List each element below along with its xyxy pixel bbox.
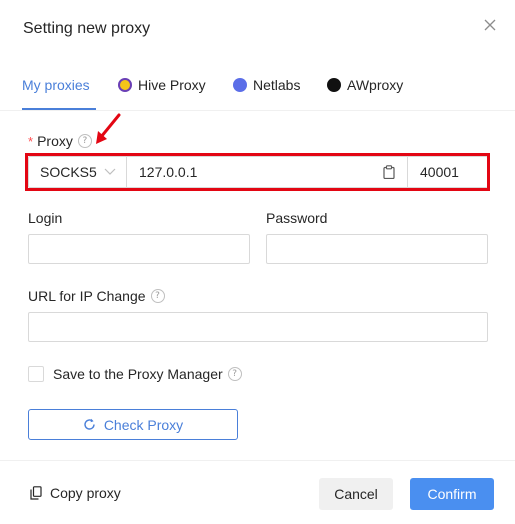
paste-icon[interactable] — [383, 165, 395, 179]
help-icon[interactable]: ? — [227, 367, 242, 381]
protocol-value: SOCKS5 — [40, 164, 97, 180]
active-tab-indicator — [22, 108, 96, 110]
proxy-tabs: My proxies Hive Proxy Netlabs AWproxy — [0, 60, 515, 111]
password-input[interactable] — [266, 234, 488, 264]
hive-proxy-icon — [118, 78, 132, 92]
save-to-manager-checkbox-row[interactable]: Save to the Proxy Manager ? — [28, 366, 242, 382]
copy-proxy-label: Copy proxy — [50, 485, 121, 501]
url-change-input[interactable] — [28, 312, 488, 342]
tab-label: AWproxy — [347, 77, 404, 93]
dialog-title: Setting new proxy — [23, 20, 151, 37]
tab-netlabs[interactable]: Netlabs — [233, 77, 300, 93]
netlabs-icon — [233, 78, 247, 92]
proxy-label: * Proxy ? — [28, 133, 92, 149]
protocol-select[interactable]: SOCKS5 — [29, 157, 127, 187]
proxy-label-text: Proxy — [37, 133, 73, 149]
tab-label: My proxies — [22, 77, 90, 93]
url-change-label-text: URL for IP Change — [28, 288, 146, 304]
host-input[interactable]: 127.0.0.1 — [127, 157, 407, 187]
copy-icon — [30, 486, 42, 500]
check-proxy-button[interactable]: Check Proxy — [28, 409, 238, 440]
tab-label: Netlabs — [253, 77, 301, 93]
tab-awproxy[interactable]: AWproxy — [327, 77, 403, 93]
help-icon[interactable]: ? — [77, 134, 92, 148]
login-label: Login — [28, 210, 63, 226]
tab-label: Hive Proxy — [138, 77, 206, 93]
host-value: 127.0.0.1 — [139, 164, 198, 180]
tab-my-proxies[interactable]: My proxies — [22, 77, 90, 93]
close-icon[interactable] — [480, 15, 500, 35]
login-input[interactable] — [28, 234, 250, 264]
refresh-icon — [84, 418, 95, 430]
proxy-dialog: Setting new proxy My proxies Hive Proxy … — [0, 0, 515, 524]
save-to-manager-label: Save to the Proxy Manager — [53, 366, 223, 382]
save-to-manager-checkbox[interactable] — [28, 366, 44, 382]
help-icon[interactable]: ? — [150, 289, 165, 303]
port-input[interactable]: 40001 — [407, 157, 487, 187]
annotation-arrow-icon — [96, 113, 121, 144]
password-label: Password — [266, 210, 328, 226]
awproxy-icon — [327, 78, 341, 92]
url-change-label: URL for IP Change ? — [28, 288, 165, 304]
dialog-footer: Copy proxy Cancel Confirm — [0, 460, 515, 524]
tab-hive-proxy[interactable]: Hive Proxy — [118, 77, 206, 93]
proxy-input-group: SOCKS5 127.0.0.1 40001 — [28, 156, 488, 188]
port-value: 40001 — [420, 164, 459, 180]
check-proxy-label: Check Proxy — [103, 416, 184, 433]
required-mark: * — [28, 133, 34, 149]
chevron-down-icon — [104, 168, 116, 175]
copy-proxy-button[interactable]: Copy proxy — [30, 485, 121, 501]
cancel-button[interactable]: Cancel — [319, 478, 393, 510]
confirm-button[interactable]: Confirm — [410, 478, 494, 510]
